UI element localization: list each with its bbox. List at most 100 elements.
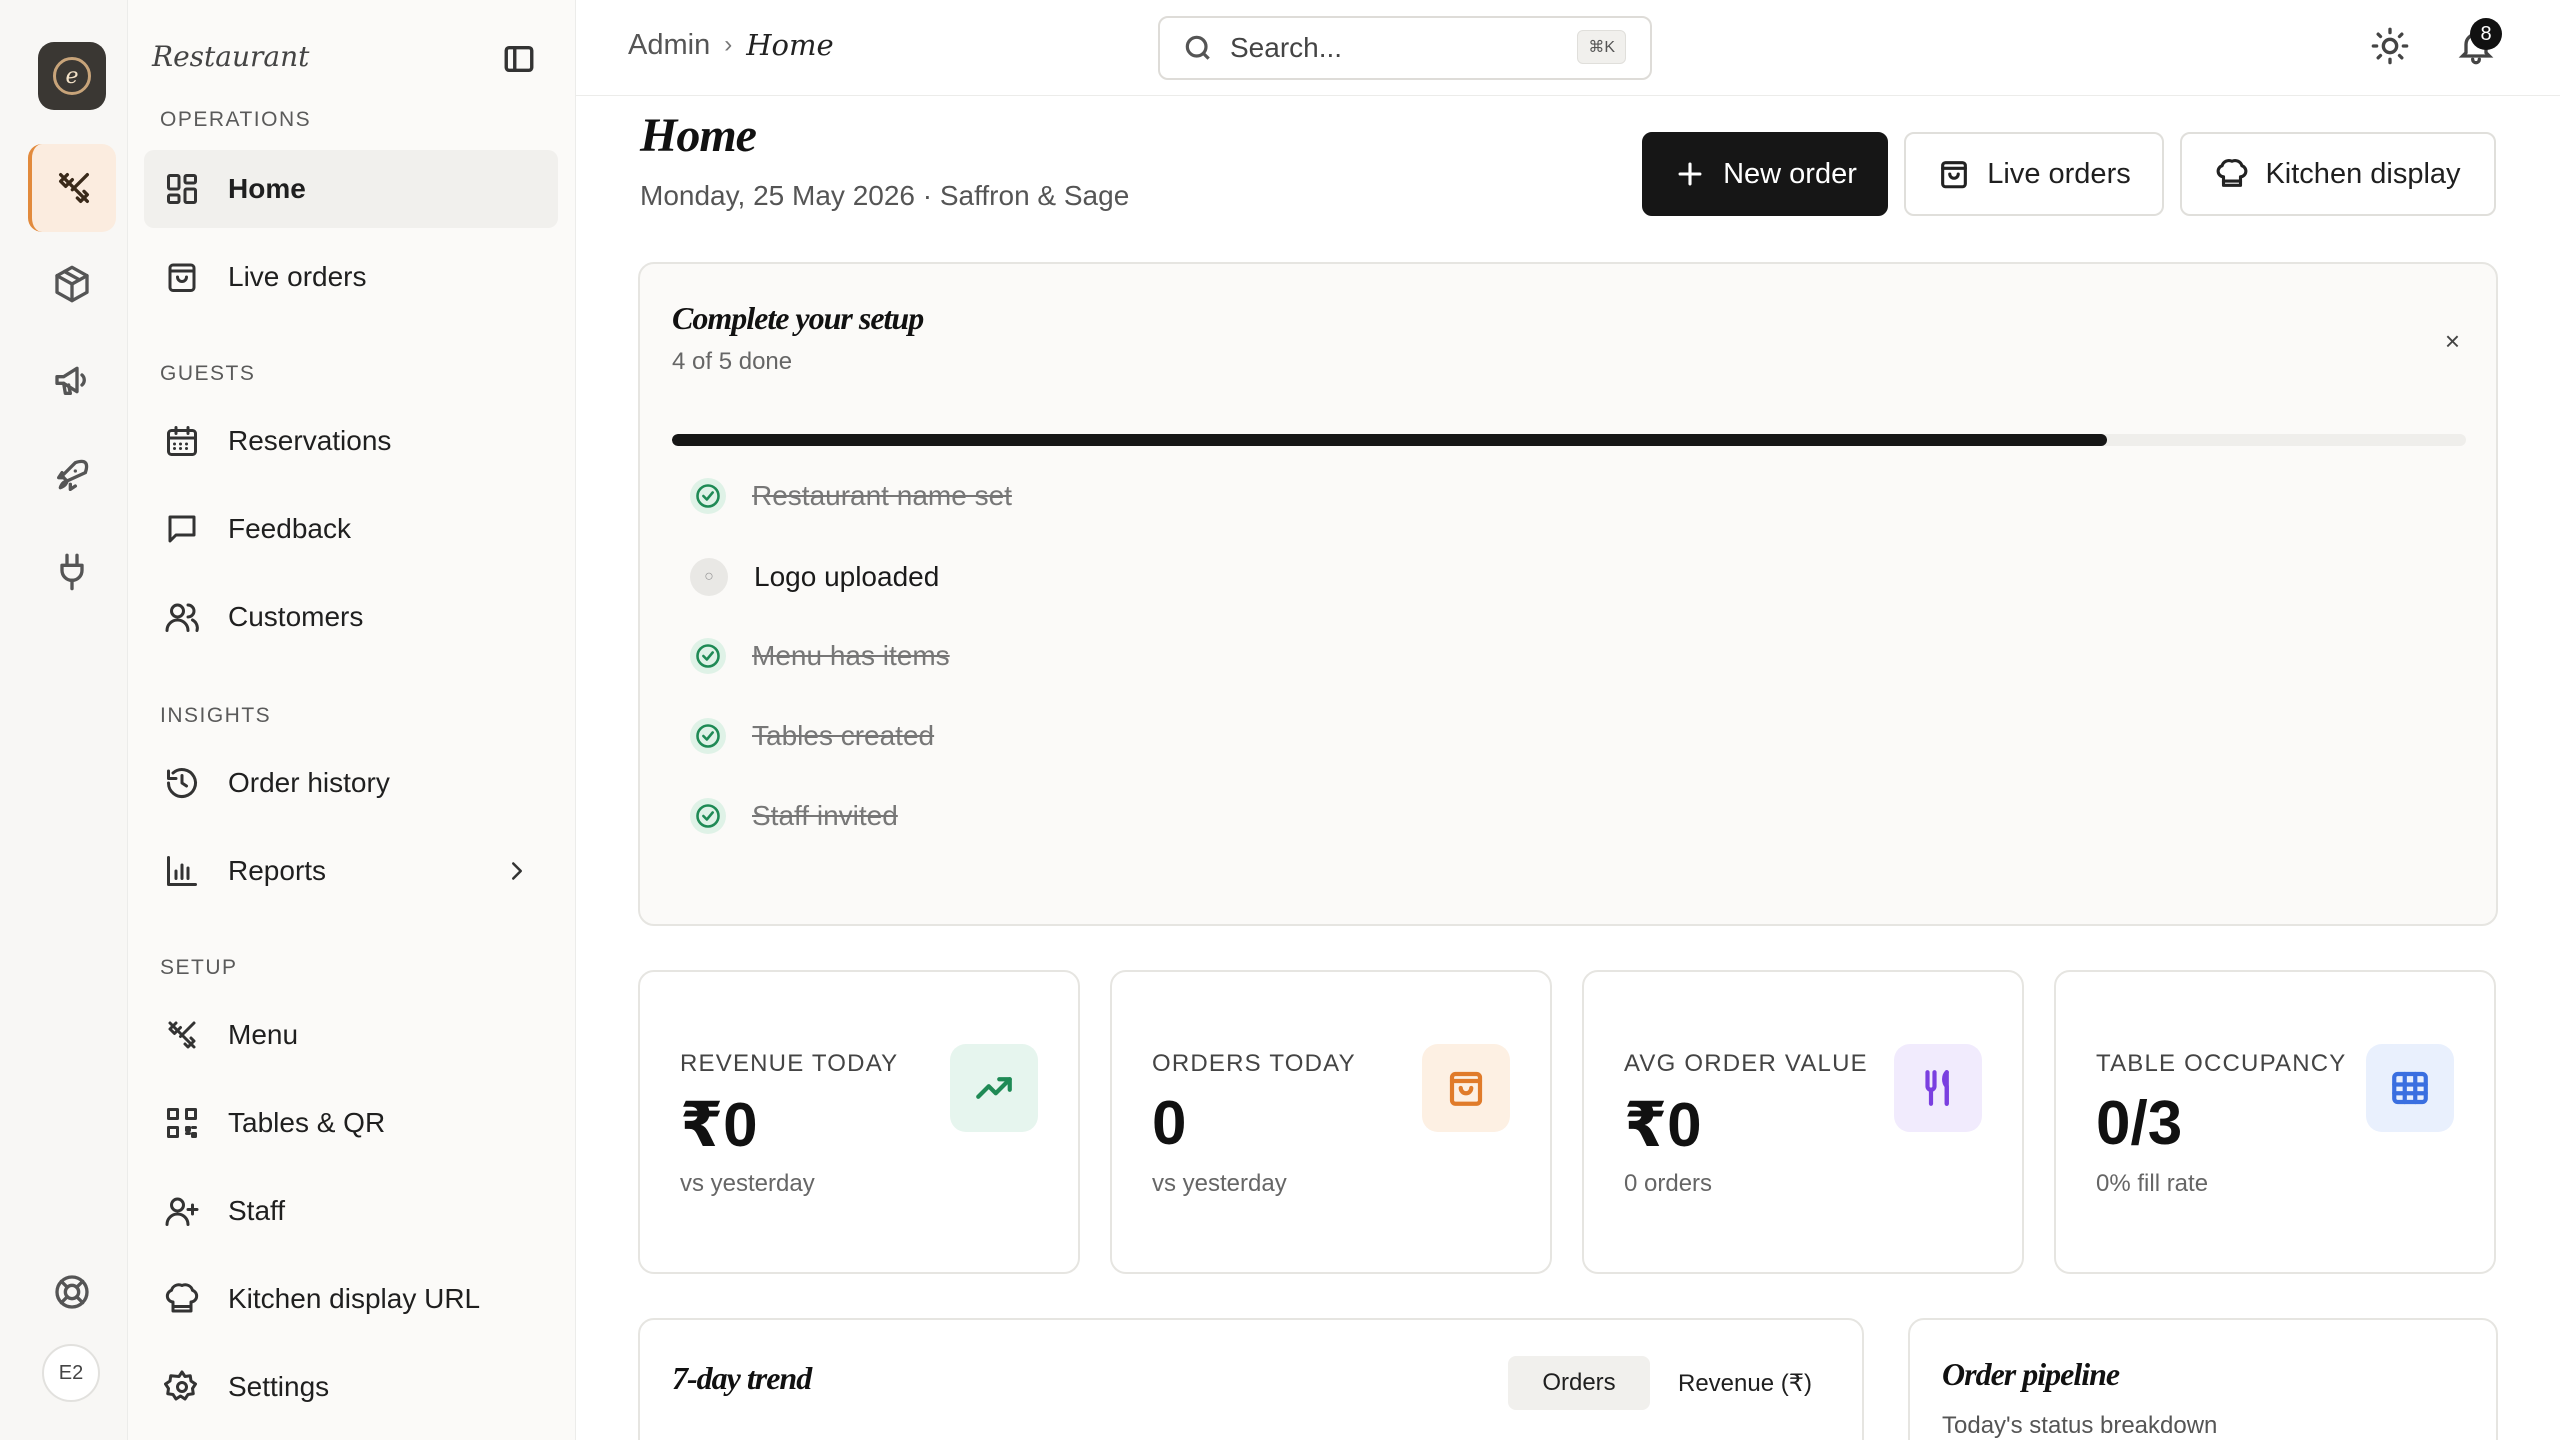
table-icon [2366,1044,2454,1132]
sidebar-item-label: Tables & QR [228,1107,386,1138]
rail-help-button[interactable] [28,1248,116,1336]
live-orders-label: Live orders [1987,157,2131,190]
sidebar-item-label: Reservations [228,425,392,456]
rail-launch-button[interactable] [28,432,116,520]
pending-circle-icon: ○ [690,558,728,596]
search-shortcut: ⌘K [1577,30,1626,64]
sidebar-item-label: Reports [228,855,327,886]
chevron-right-icon [512,862,522,880]
stat-label: AVG ORDER VALUE [1624,1050,1868,1077]
breadcrumb-current: Home [746,28,834,62]
setup-card: Complete your setup 4 of 5 done × Restau… [638,262,2498,926]
setup-progress-fill [672,434,2108,446]
stat-value: 0/3 [2096,1089,2183,1158]
breadcrumb-root[interactable]: Admin [628,29,710,62]
stat-value: ₹0 [680,1091,758,1160]
check-circle-icon [690,798,726,834]
kitchen-display-button[interactable]: Kitchen display [2180,132,2496,216]
search-box[interactable]: ⌘K [1158,16,1652,80]
search-input[interactable] [1230,32,1550,64]
theme-toggle-button[interactable] [2370,26,2414,70]
stat-card: TABLE OCCUPANCY 0/3 0% fill rate [2054,970,2496,1274]
stat-note: 0 orders [1624,1170,1713,1197]
stat-card: AVG ORDER VALUE ₹0 0 orders [1582,970,2024,1274]
rail-inventory-button[interactable] [28,240,116,328]
panel-left-icon [504,45,534,73]
stat-card: ORDERS TODAY 0 vs yesterday [1110,970,1552,1274]
top-bar: Admin › Home ⌘K 8 [576,0,2560,96]
rocket-icon [57,459,89,491]
setup-step[interactable]: ○ Logo uploaded [690,558,939,596]
sidebar-item-label: Customers [228,601,364,632]
sidebar-item-live-orders[interactable]: Live orders [144,238,558,316]
utensils-crossed-icon [59,173,90,203]
sidebar-item-feedback[interactable]: Feedback [144,490,558,568]
sidebar-item-label: Live orders [228,261,367,292]
rail-restaurant-button[interactable] [28,144,116,232]
sidebar-item-home[interactable]: Home [144,150,558,228]
setup-step[interactable]: Menu has items [690,638,950,674]
setup-step[interactable]: Staff invited [690,798,898,834]
trend-title: 7-day trend [672,1360,812,1396]
box-icon [55,265,89,303]
sidebar-item-reports[interactable]: Reports [144,832,558,910]
sidebar-toggle-button[interactable] [502,42,536,76]
kitchen-display-label: Kitchen display [2265,157,2461,190]
pipeline-card: Order pipeline Today's status breakdown [1908,1318,2498,1440]
setup-step-label: Staff invited [752,800,898,831]
logo-mark-icon: e [53,57,91,95]
sidebar-item-menu[interactable]: Menu [144,996,558,1074]
sidebar-item-customers[interactable]: Customers [144,578,558,656]
brand-name: Restaurant [152,40,310,73]
sidebar-item-label: Order history [228,767,390,798]
close-icon[interactable]: × [2445,326,2460,357]
sidebar-item-kitchen-display-url[interactable]: Kitchen display URL [144,1260,558,1338]
trend-card: 7-day trend Orders Revenue (₹) [638,1318,1864,1440]
setup-title: Complete your setup [672,300,924,336]
user-avatar[interactable]: E2 [42,1344,100,1402]
calendar-icon [167,426,197,456]
sidebar-item-staff[interactable]: Staff [144,1172,558,1250]
megaphone-icon [55,366,86,395]
setup-step-label: Tables created [752,720,935,751]
stat-note: vs yesterday [680,1170,815,1197]
new-order-label: New order [1723,157,1857,190]
notifications-button[interactable]: 8 [2456,18,2502,70]
bag-icon [1941,161,1968,189]
section-guests: GUESTS [160,362,256,385]
grid-icon [167,174,197,204]
stat-label: TABLE OCCUPANCY [2096,1050,2347,1077]
rail-marketing-button[interactable] [28,336,116,424]
stat-note: vs yesterday [1152,1170,1287,1197]
sidebar-item-tables-qr[interactable]: Tables & QR [144,1084,558,1162]
sidebar-item-order-history[interactable]: Order history [144,744,558,822]
setup-step-label: Menu has items [752,640,950,671]
sidebar-item-settings[interactable]: Settings [144,1348,558,1426]
setup-step[interactable]: Tables created [690,718,934,754]
user-plus-icon [165,1197,199,1226]
message-icon [168,515,196,543]
tab-revenue[interactable]: Revenue (₹) [1658,1356,1832,1410]
stat-value: ₹0 [1624,1091,1702,1160]
lifebuoy-icon [55,1275,89,1309]
section-operations: OPERATIONS [160,108,312,131]
breadcrumb: Admin › Home [628,28,834,62]
setup-step[interactable]: Restaurant name set [690,478,1012,514]
sidebar-item-label: Feedback [228,513,351,544]
sidebar-item-reservations[interactable]: Reservations [144,402,558,480]
new-order-button[interactable]: New order [1642,132,1888,216]
stat-label: REVENUE TODAY [680,1050,899,1077]
sidebar-item-label: Settings [228,1371,330,1402]
live-orders-button[interactable]: Live orders [1904,132,2164,216]
bar-chart-icon [167,856,197,886]
check-circle-icon [690,638,726,674]
sun-icon [2371,27,2409,65]
setup-progress-bar [672,434,2466,446]
check-circle-icon [690,478,726,514]
rail-integrations-button[interactable] [28,528,116,616]
tab-orders[interactable]: Orders [1508,1356,1650,1410]
stat-value: 0 [1152,1089,1187,1158]
restaurant-logo[interactable]: e [38,42,106,110]
notification-badge: 8 [2470,18,2502,50]
stat-note: 0% fill rate [2096,1170,2209,1197]
